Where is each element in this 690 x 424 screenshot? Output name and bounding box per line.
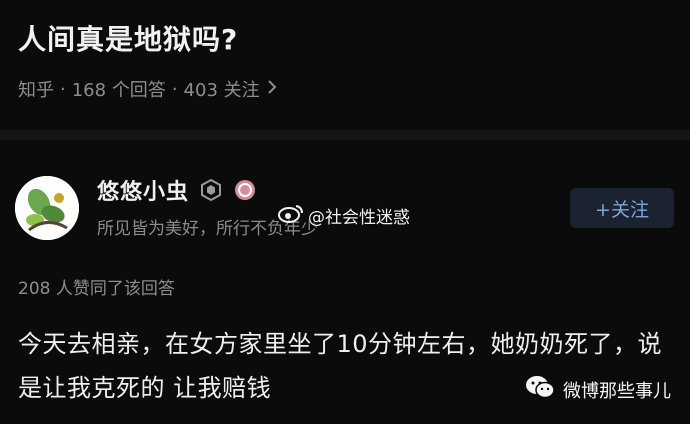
wechat-account-name: 微博那些事儿 bbox=[563, 380, 671, 402]
wechat-logo-icon bbox=[525, 374, 555, 405]
verified-badge-icon bbox=[233, 178, 257, 202]
answer-count[interactable]: 168 个回答 bbox=[72, 76, 166, 102]
level-badge-icon bbox=[199, 178, 223, 202]
separator-dot: · bbox=[60, 78, 66, 100]
author-name[interactable]: 悠悠小虫 bbox=[97, 174, 189, 206]
weibo-handle: @社会性迷惑 bbox=[308, 208, 410, 228]
follower-count[interactable]: 403 关注 bbox=[184, 76, 260, 102]
weibo-logo-icon bbox=[278, 203, 304, 228]
author-avatar[interactable] bbox=[15, 176, 79, 240]
separator-dot: · bbox=[171, 78, 178, 100]
weibo-watermark: @社会性迷惑 bbox=[278, 203, 410, 228]
author-row: 悠悠小虫 bbox=[97, 174, 257, 206]
question-title[interactable]: 人间真是地狱吗? bbox=[18, 18, 238, 58]
question-meta: 知乎 · 168 个回答 · 403 关注 bbox=[18, 76, 278, 102]
source-label: 知乎 bbox=[18, 80, 54, 101]
follow-button[interactable]: +关注 bbox=[570, 188, 674, 228]
section-divider bbox=[0, 130, 690, 140]
like-count: 208 人赞同了该回答 bbox=[18, 279, 175, 299]
chevron-right-icon[interactable] bbox=[266, 79, 278, 100]
wechat-watermark: 微博那些事儿 bbox=[525, 374, 671, 405]
